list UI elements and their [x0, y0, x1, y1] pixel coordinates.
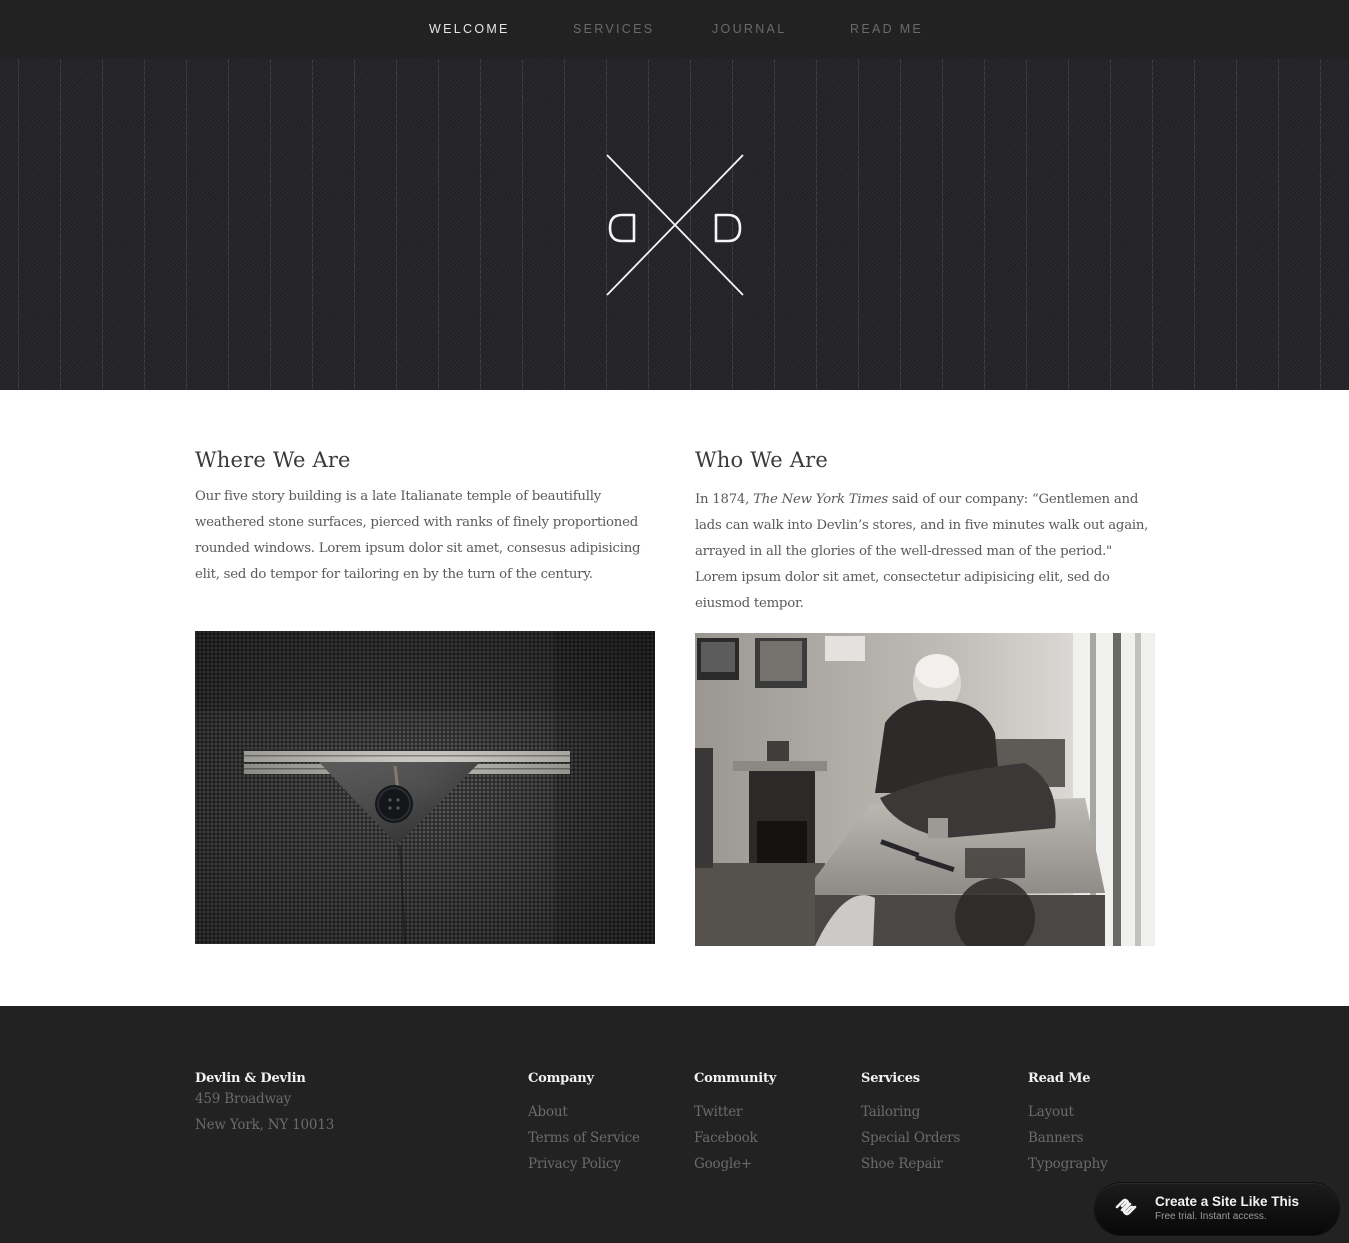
nav-welcome[interactable]: WELCOME: [429, 22, 510, 36]
footer-link-google-plus[interactable]: Google+: [694, 1151, 776, 1177]
footer-link-tailoring[interactable]: Tailoring: [861, 1099, 960, 1125]
footer-link-facebook[interactable]: Facebook: [694, 1125, 776, 1151]
footer-link-banners[interactable]: Banners: [1028, 1125, 1108, 1151]
footer-column-company: Company About Terms of Service Privacy P…: [528, 1071, 640, 1177]
top-navigation: WELCOME SERVICES JOURNAL READ ME: [0, 0, 1349, 59]
footer-address-line1: 459 Broadway: [195, 1091, 292, 1107]
squarespace-logo-icon: [1115, 1198, 1137, 1216]
badge-subtitle: Free trial. Instant access.: [1155, 1211, 1267, 1222]
footer-brand-name: Devlin & Devlin: [195, 1071, 306, 1086]
footer-link-shoe-repair[interactable]: Shoe Repair: [861, 1151, 960, 1177]
footer-heading: Read Me: [1028, 1071, 1091, 1086]
footer-link-twitter[interactable]: Twitter: [694, 1099, 776, 1125]
body-quote: said of our company: “Gentlemen and lads…: [695, 492, 1149, 611]
footer-link-typography[interactable]: Typography: [1028, 1151, 1108, 1177]
dxd-logo-icon[interactable]: [604, 153, 746, 297]
who-we-are-body: In 1874, The New York Times said of our …: [695, 487, 1155, 617]
footer-link-terms[interactable]: Terms of Service: [528, 1125, 640, 1151]
where-we-are-title: Where We Are: [195, 448, 351, 472]
create-site-badge-button[interactable]: Create a Site Like This Free trial. Inst…: [1095, 1183, 1339, 1235]
nyt-citation: The New York Times: [753, 492, 888, 507]
footer-heading: Company: [528, 1071, 594, 1086]
footer-brand: Devlin & Devlin 459 Broadway New York, N…: [195, 1071, 334, 1138]
jacket-pocket-photo: [195, 631, 655, 944]
footer-link-privacy[interactable]: Privacy Policy: [528, 1151, 640, 1177]
where-we-are-body: Our five story building is a late Italia…: [195, 489, 641, 582]
body-intro: In 1874,: [695, 492, 754, 507]
footer-column-read-me: Read Me Layout Banners Typography: [1028, 1071, 1108, 1177]
footer-link-layout[interactable]: Layout: [1028, 1099, 1108, 1125]
footer-heading: Services: [861, 1071, 920, 1086]
footer-column-services: Services Tailoring Special Orders Shoe R…: [861, 1071, 960, 1177]
footer-link-about[interactable]: About: [528, 1099, 640, 1125]
footer-heading: Community: [694, 1071, 777, 1086]
footer-column-community: Community Twitter Facebook Google+: [694, 1071, 776, 1177]
who-we-are-title: Who We Are: [695, 448, 829, 472]
footer-address-line2: New York, NY 10013: [195, 1117, 335, 1133]
where-we-are-section: Where We Are Our five story building is …: [195, 448, 655, 588]
badge-title: Create a Site Like This: [1155, 1194, 1300, 1209]
nav-journal[interactable]: JOURNAL: [712, 22, 786, 36]
nav-services[interactable]: SERVICES: [573, 22, 654, 36]
nav-read-me[interactable]: READ ME: [850, 22, 923, 36]
tailor-workshop-photo: [695, 633, 1155, 946]
footer-link-special-orders[interactable]: Special Orders: [861, 1125, 960, 1151]
who-we-are-section: Who We Are In 1874, The New York Times s…: [695, 448, 1155, 617]
